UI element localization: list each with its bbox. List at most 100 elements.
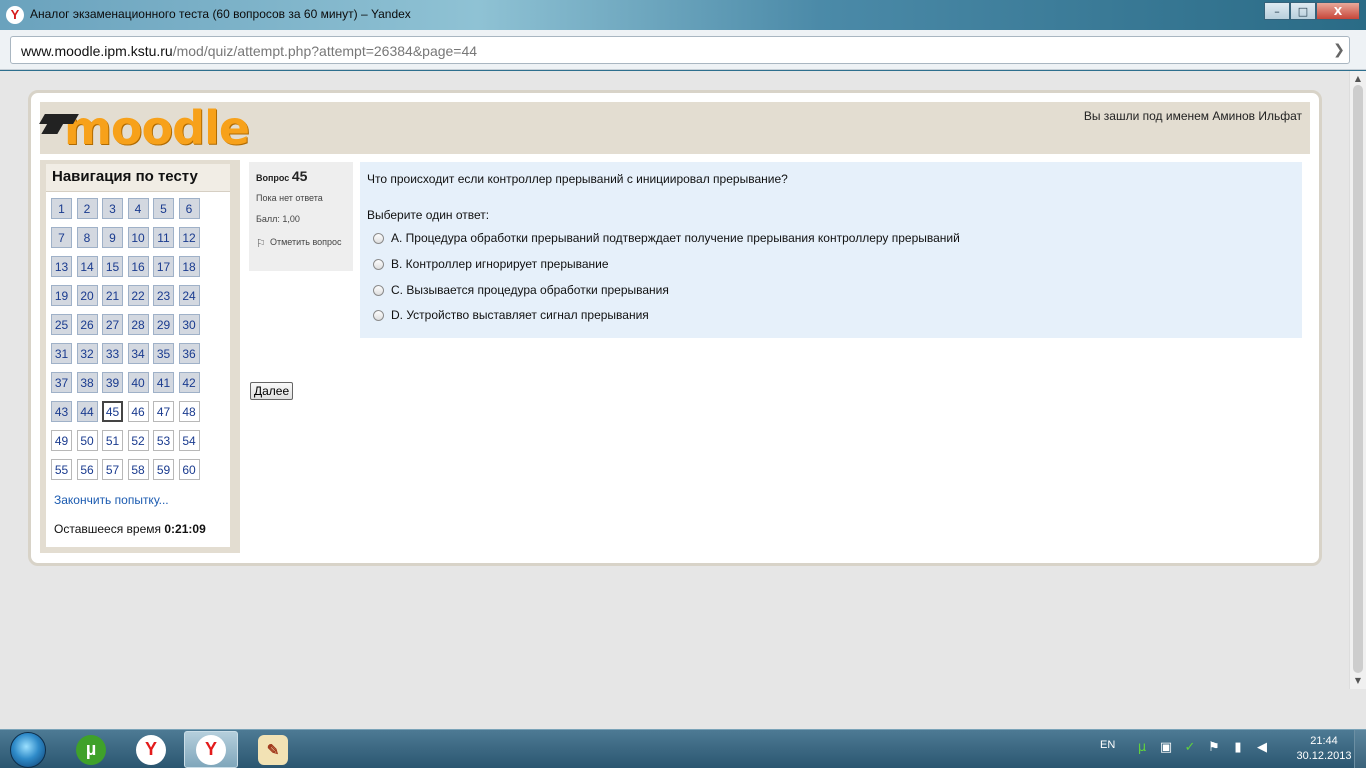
question-nav-button[interactable]: 28 bbox=[127, 314, 149, 335]
question-nav-button[interactable]: 20 bbox=[76, 285, 98, 306]
answer-option-c[interactable]: C. Вызывается процедура обработки прерыв… bbox=[373, 283, 669, 297]
question-nav-button[interactable]: 11 bbox=[153, 227, 174, 248]
question-nav-button[interactable]: 21 bbox=[102, 285, 123, 306]
question-nav-button[interactable]: 59 bbox=[153, 459, 174, 480]
question-nav-button[interactable]: 29 bbox=[153, 314, 174, 335]
question-nav-button[interactable]: 33 bbox=[102, 343, 123, 364]
action-center-flag-icon[interactable]: ⚑ bbox=[1206, 740, 1222, 756]
update-icon[interactable]: ✓ bbox=[1182, 740, 1198, 756]
question-nav-button[interactable]: 48 bbox=[178, 401, 200, 422]
question-nav-button[interactable]: 36 bbox=[178, 343, 200, 364]
question-nav-button[interactable]: 18 bbox=[178, 256, 200, 277]
scrollbar-thumb[interactable] bbox=[1353, 85, 1363, 673]
language-indicator[interactable]: EN bbox=[1100, 739, 1115, 751]
window-title: Аналог экзаменационного теста (60 вопрос… bbox=[30, 7, 411, 21]
power-icon[interactable]: ▮ bbox=[1230, 740, 1246, 756]
utorrent-tray-icon[interactable]: µ bbox=[1134, 740, 1150, 756]
question-nav-button[interactable]: 14 bbox=[76, 256, 98, 277]
answer-option-d[interactable]: D. Устройство выставляет сигнал прерыван… bbox=[373, 308, 649, 322]
question-nav-button[interactable]: 17 bbox=[153, 256, 174, 277]
next-button[interactable]: Далее bbox=[250, 382, 294, 400]
task-yandex-active[interactable]: Y bbox=[184, 731, 238, 768]
task-yandex[interactable]: Y bbox=[124, 731, 178, 768]
radio-d[interactable] bbox=[373, 309, 384, 321]
question-nav-button[interactable]: 30 bbox=[178, 314, 200, 335]
volume-icon[interactable]: ◀ bbox=[1254, 740, 1270, 756]
answer-option-b[interactable]: B. Контроллер игнорирует прерывание bbox=[373, 257, 609, 271]
question-nav-button[interactable]: 57 bbox=[102, 459, 123, 480]
flag-question-toggle[interactable]: ⚐ Отметить вопрос bbox=[256, 235, 346, 250]
question-nav-button[interactable]: 35 bbox=[153, 343, 174, 364]
question-nav-button[interactable]: 31 bbox=[51, 343, 72, 364]
task-paint[interactable]: ✎ bbox=[246, 731, 300, 768]
question-nav-button[interactable]: 54 bbox=[178, 430, 200, 451]
scroll-down-icon[interactable]: ▼ bbox=[1352, 675, 1364, 687]
question-nav-button[interactable]: 19 bbox=[51, 285, 72, 306]
question-nav-button[interactable]: 60 bbox=[178, 459, 200, 480]
question-nav-button[interactable]: 52 bbox=[127, 430, 149, 451]
address-bar[interactable]: www.moodle.ipm.kstu.ru/mod/quiz/attempt.… bbox=[10, 36, 1350, 64]
question-nav-button[interactable]: 1 bbox=[51, 198, 72, 219]
radio-c[interactable] bbox=[373, 284, 384, 296]
question-nav-button[interactable]: 38 bbox=[76, 372, 98, 393]
question-nav-button[interactable]: 51 bbox=[102, 430, 123, 451]
url-text[interactable]: www.moodle.ipm.kstu.ru/mod/quiz/attempt.… bbox=[21, 43, 477, 59]
start-button[interactable] bbox=[2, 730, 56, 768]
question-nav-button[interactable]: 55 bbox=[51, 459, 72, 480]
minimize-button[interactable]: – bbox=[1264, 2, 1290, 20]
question-nav-button[interactable]: 3 bbox=[102, 198, 123, 219]
finish-attempt-link[interactable]: Закончить попытку... bbox=[54, 493, 169, 507]
question-nav-button[interactable]: 25 bbox=[51, 314, 72, 335]
question-nav-button[interactable]: 10 bbox=[127, 227, 149, 248]
question-nav-button[interactable]: 12 bbox=[178, 227, 200, 248]
task-utorrent[interactable]: µ bbox=[64, 731, 118, 768]
question-nav-button[interactable]: 5 bbox=[153, 198, 174, 219]
question-nav-button[interactable]: 46 bbox=[127, 401, 149, 422]
question-nav-button[interactable]: 8 bbox=[76, 227, 98, 248]
question-nav-button[interactable]: 41 bbox=[153, 372, 174, 393]
question-number: Вопрос 45 bbox=[256, 168, 307, 184]
window-titlebar: Аналог экзаменационного теста (60 вопрос… bbox=[0, 0, 1366, 30]
question-nav-button[interactable]: 53 bbox=[153, 430, 174, 451]
question-nav-button[interactable]: 9 bbox=[102, 227, 123, 248]
question-nav-button[interactable]: 50 bbox=[76, 430, 98, 451]
answer-option-a[interactable]: A. Процедура обработки прерываний подтве… bbox=[373, 231, 960, 245]
radio-a[interactable] bbox=[373, 232, 384, 244]
question-nav-button[interactable]: 45 bbox=[102, 401, 123, 422]
moodle-logo[interactable]: moodle bbox=[39, 102, 250, 154]
question-nav-button[interactable]: 39 bbox=[102, 372, 123, 393]
question-nav-button[interactable]: 32 bbox=[76, 343, 98, 364]
question-nav-button[interactable]: 27 bbox=[102, 314, 123, 335]
vertical-scrollbar[interactable]: ▲ ▼ bbox=[1349, 71, 1366, 689]
maximize-button[interactable]: □ bbox=[1290, 2, 1316, 20]
clock[interactable]: 21:44 30.12.2013 bbox=[1292, 734, 1356, 764]
question-nav-button[interactable]: 7 bbox=[51, 227, 72, 248]
question-nav-button[interactable]: 16 bbox=[127, 256, 149, 277]
question-nav-button[interactable]: 15 bbox=[102, 256, 123, 277]
question-nav-button[interactable]: 23 bbox=[153, 285, 174, 306]
clock-date: 30.12.2013 bbox=[1296, 750, 1352, 762]
question-nav-button[interactable]: 37 bbox=[51, 372, 72, 393]
network-icon[interactable]: ▣ bbox=[1158, 740, 1174, 756]
question-nav-button[interactable]: 42 bbox=[178, 372, 200, 393]
question-nav-button[interactable]: 24 bbox=[178, 285, 200, 306]
question-nav-button[interactable]: 56 bbox=[76, 459, 98, 480]
question-nav-button[interactable]: 34 bbox=[127, 343, 149, 364]
close-button[interactable]: X bbox=[1316, 2, 1360, 20]
question-nav-button[interactable]: 13 bbox=[51, 256, 72, 277]
question-nav-button[interactable]: 2 bbox=[76, 198, 98, 219]
chevron-right-icon[interactable]: ❯ bbox=[1331, 39, 1347, 61]
question-nav-button[interactable]: 4 bbox=[127, 198, 149, 219]
question-nav-button[interactable]: 6 bbox=[178, 198, 200, 219]
scroll-up-icon[interactable]: ▲ bbox=[1352, 73, 1364, 85]
question-nav-button[interactable]: 40 bbox=[127, 372, 149, 393]
question-nav-button[interactable]: 26 bbox=[76, 314, 98, 335]
question-nav-button[interactable]: 43 bbox=[51, 401, 72, 422]
question-nav-button[interactable]: 22 bbox=[127, 285, 149, 306]
question-nav-button[interactable]: 49 bbox=[51, 430, 72, 451]
question-nav-button[interactable]: 58 bbox=[127, 459, 149, 480]
question-nav-button[interactable]: 47 bbox=[153, 401, 174, 422]
radio-b[interactable] bbox=[373, 258, 384, 270]
question-nav-button[interactable]: 44 bbox=[76, 401, 98, 422]
show-desktop-button[interactable] bbox=[1354, 730, 1366, 768]
